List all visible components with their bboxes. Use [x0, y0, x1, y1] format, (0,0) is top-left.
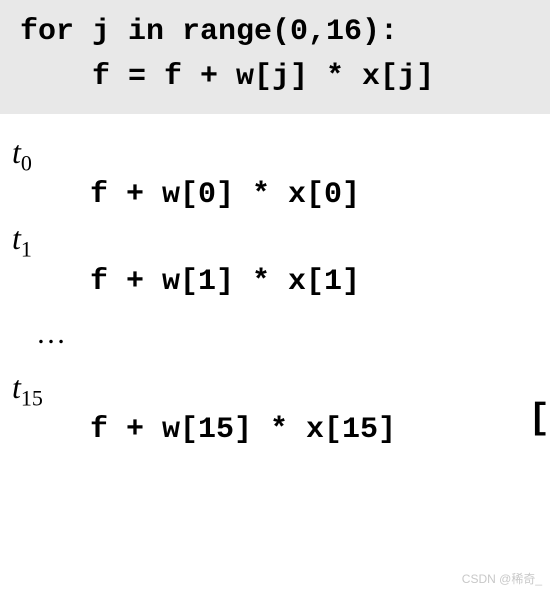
watermark: CSDN @稀奇_ — [462, 570, 542, 587]
unrolled-steps: t0 f + w[0] * x[0] t1 f + w[1] * x[1] … … — [0, 114, 550, 447]
time-sub: 15 — [21, 385, 43, 410]
time-sub: 0 — [21, 150, 32, 175]
time-sub: 1 — [21, 237, 32, 262]
time-label-0: t0 — [12, 134, 550, 176]
step-expr-1: f + w[1] * x[1] — [12, 265, 550, 299]
step-row-0: t0 f + w[0] * x[0] — [12, 134, 550, 212]
time-var: t — [12, 220, 21, 256]
step-expr-15: f + w[15] * x[15] — [12, 413, 550, 447]
code-line-1: for j in range(0,16): — [20, 10, 530, 55]
code-block: for j in range(0,16): f = f + w[j] * x[j… — [0, 0, 550, 114]
time-label-15: t15 — [12, 369, 550, 411]
time-label-1: t1 — [12, 220, 550, 262]
time-var: t — [12, 369, 21, 405]
code-line-2: f = f + w[j] * x[j] — [20, 55, 530, 100]
partial-bracket-icon: [ — [528, 398, 550, 439]
step-expr-0: f + w[0] * x[0] — [12, 178, 550, 212]
step-row-15: t15 f + w[15] * x[15] — [12, 369, 550, 447]
ellipsis: … — [12, 317, 550, 351]
step-row-1: t1 f + w[1] * x[1] — [12, 220, 550, 298]
time-var: t — [12, 134, 21, 170]
